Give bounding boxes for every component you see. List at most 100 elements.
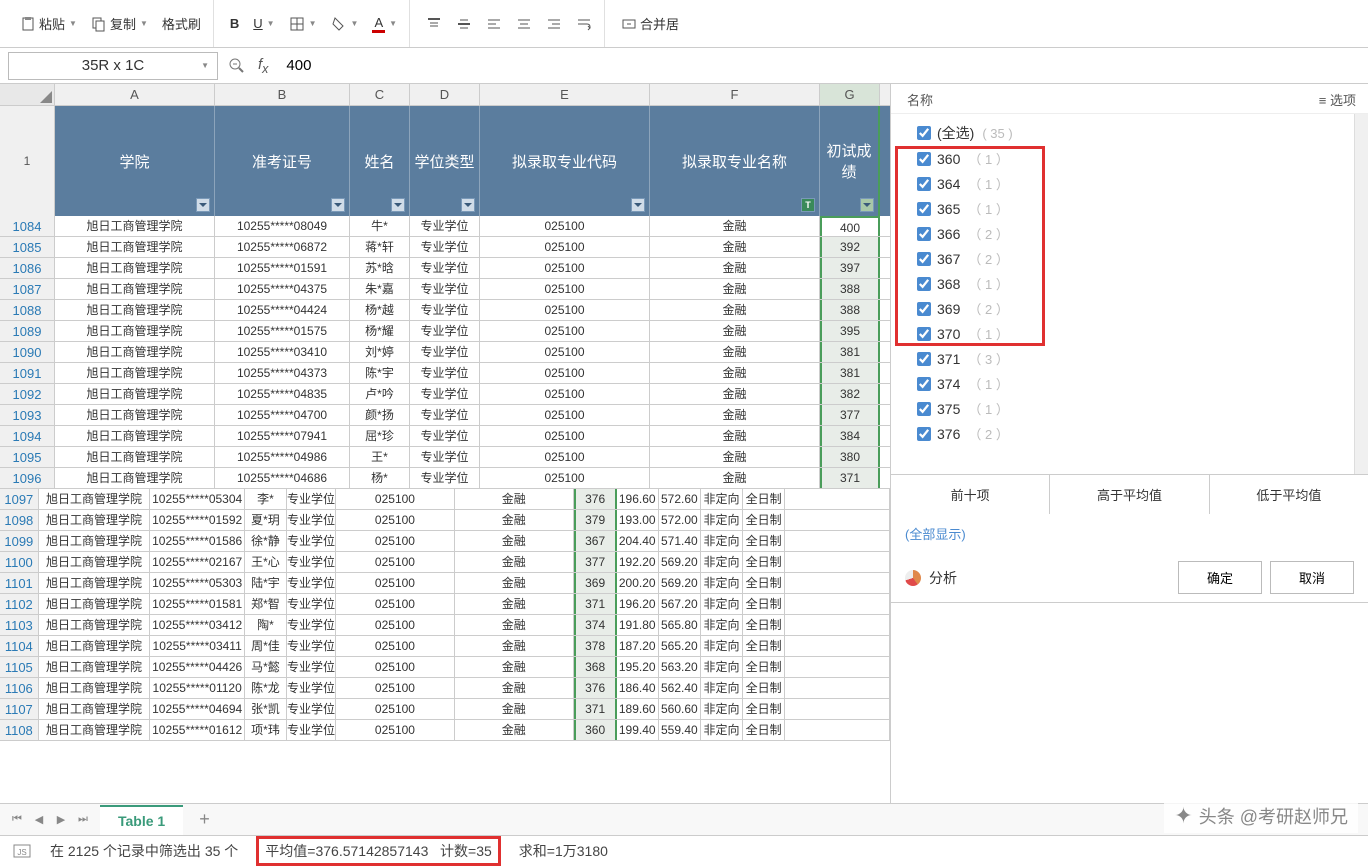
- cell[interactable]: 陶*: [245, 615, 287, 635]
- row-header[interactable]: 1102: [0, 594, 39, 614]
- cell-score[interactable]: 384: [820, 426, 880, 446]
- cell[interactable]: [785, 573, 890, 593]
- cell[interactable]: 非定向: [701, 573, 743, 593]
- cell[interactable]: 565.20: [659, 636, 701, 656]
- cell[interactable]: 金融: [455, 678, 574, 698]
- filter-dropdown-F-active[interactable]: [801, 198, 815, 212]
- border-button[interactable]: ▼: [283, 12, 323, 36]
- row-header[interactable]: 1090: [0, 342, 55, 362]
- cell[interactable]: 10255*****04426: [150, 657, 244, 677]
- cell[interactable]: 025100: [480, 279, 650, 299]
- cell[interactable]: 金融: [455, 699, 574, 719]
- cell[interactable]: 旭日工商管理学院: [39, 678, 151, 698]
- cell[interactable]: 金融: [650, 258, 820, 278]
- cell[interactable]: 025100: [336, 615, 455, 635]
- cell[interactable]: [785, 615, 890, 635]
- cell[interactable]: 金融: [650, 279, 820, 299]
- row-header[interactable]: 1107: [0, 699, 39, 719]
- cell[interactable]: 专业学位: [287, 573, 336, 593]
- cell[interactable]: 全日制: [743, 657, 785, 677]
- col-header-C[interactable]: C: [350, 84, 410, 105]
- cell[interactable]: 金融: [650, 405, 820, 425]
- cell[interactable]: 非定向: [701, 615, 743, 635]
- cell[interactable]: 旭日工商管理学院: [55, 237, 215, 257]
- cell[interactable]: 专业学位: [287, 594, 336, 614]
- cell-score[interactable]: 377: [574, 552, 617, 572]
- cell[interactable]: 非定向: [701, 489, 743, 509]
- col-header-F[interactable]: F: [650, 84, 820, 105]
- filter-options-button[interactable]: ≡ 选项: [1319, 90, 1356, 109]
- table-row[interactable]: 1097 旭日工商管理学院 10255*****05304 李* 专业学位 02…: [0, 489, 890, 510]
- cell[interactable]: 非定向: [701, 552, 743, 572]
- filter-item[interactable]: 360 （ 1 ）: [917, 146, 1368, 171]
- cell-score[interactable]: 380: [820, 447, 880, 467]
- js-macro-icon[interactable]: JS: [12, 841, 32, 861]
- cell[interactable]: 金融: [650, 363, 820, 383]
- table-row[interactable]: 1098 旭日工商管理学院 10255*****01592 夏*玥 专业学位 0…: [0, 510, 890, 531]
- bold-button[interactable]: B: [224, 12, 245, 35]
- cell[interactable]: 全日制: [743, 699, 785, 719]
- filter-item[interactable]: 366 （ 2 ）: [917, 221, 1368, 246]
- name-box[interactable]: 35R x 1C ▼: [8, 52, 218, 80]
- sheet-tab-table1[interactable]: Table 1: [100, 805, 183, 835]
- cell[interactable]: 卢*吟: [350, 384, 410, 404]
- row-header[interactable]: 1096: [0, 468, 55, 488]
- row-header[interactable]: 1104: [0, 636, 39, 656]
- filter-item[interactable]: 369 （ 2 ）: [917, 296, 1368, 321]
- filter-checkbox[interactable]: [917, 302, 931, 316]
- cell[interactable]: 10255*****07941: [215, 426, 350, 446]
- cell[interactable]: 王*心: [245, 552, 287, 572]
- cell[interactable]: [785, 657, 890, 677]
- align-middle-button[interactable]: [450, 12, 478, 36]
- cell[interactable]: 旭日工商管理学院: [39, 510, 151, 530]
- cell[interactable]: 金融: [455, 552, 574, 572]
- row-header[interactable]: 1108: [0, 720, 39, 740]
- row-header[interactable]: 1089: [0, 321, 55, 341]
- cell[interactable]: 025100: [480, 447, 650, 467]
- table-row[interactable]: 1108 旭日工商管理学院 10255*****01612 项*玮 专业学位 0…: [0, 720, 890, 741]
- cell[interactable]: 10255*****06872: [215, 237, 350, 257]
- cell[interactable]: 旭日工商管理学院: [39, 657, 151, 677]
- cell[interactable]: 全日制: [743, 594, 785, 614]
- cell[interactable]: [785, 699, 890, 719]
- col-header-A[interactable]: A: [55, 84, 215, 105]
- cell[interactable]: 10255*****05303: [150, 573, 244, 593]
- cell[interactable]: 刘*婷: [350, 342, 410, 362]
- cell[interactable]: 专业学位: [410, 216, 480, 236]
- row-header[interactable]: 1106: [0, 678, 39, 698]
- cell[interactable]: 金融: [650, 468, 820, 488]
- cell[interactable]: 旭日工商管理学院: [39, 489, 151, 509]
- cell[interactable]: 025100: [480, 384, 650, 404]
- table-row[interactable]: 1096 旭日工商管理学院 10255*****04686 杨* 专业学位 02…: [0, 468, 890, 489]
- cell[interactable]: 牛*: [350, 216, 410, 236]
- fill-color-button[interactable]: ▼: [325, 12, 365, 36]
- cell[interactable]: 025100: [480, 342, 650, 362]
- cell[interactable]: 旭日工商管理学院: [55, 258, 215, 278]
- cell-score[interactable]: 371: [820, 468, 880, 488]
- first-sheet-button[interactable]: ⏮: [8, 811, 26, 829]
- table-row[interactable]: 1089 旭日工商管理学院 10255*****01575 杨*耀 专业学位 0…: [0, 321, 890, 342]
- formula-input[interactable]: [280, 53, 680, 79]
- cell[interactable]: 苏*晗: [350, 258, 410, 278]
- cell[interactable]: 旭日工商管理学院: [55, 468, 215, 488]
- cell-score[interactable]: 367: [574, 531, 617, 551]
- format-painter-button[interactable]: 格式刷: [156, 10, 207, 37]
- cell[interactable]: 10255*****04686: [215, 468, 350, 488]
- cell[interactable]: 旭日工商管理学院: [55, 447, 215, 467]
- cell[interactable]: [785, 510, 890, 530]
- cell[interactable]: 专业学位: [287, 636, 336, 656]
- cell[interactable]: 旭日工商管理学院: [55, 363, 215, 383]
- cell[interactable]: 196.20: [617, 594, 659, 614]
- cell[interactable]: [785, 531, 890, 551]
- cell[interactable]: 金融: [455, 573, 574, 593]
- filter-checkbox[interactable]: [917, 427, 931, 441]
- cell[interactable]: 专业学位: [287, 720, 336, 740]
- cell[interactable]: 10255*****05304: [150, 489, 244, 509]
- cell-score[interactable]: 381: [820, 342, 880, 362]
- cell[interactable]: 10255*****01586: [150, 531, 244, 551]
- filter-dropdown-D[interactable]: [461, 198, 475, 212]
- align-top-button[interactable]: [420, 12, 448, 36]
- cell[interactable]: 金融: [455, 720, 574, 740]
- cell[interactable]: 10255*****01592: [150, 510, 244, 530]
- cell[interactable]: 专业学位: [410, 447, 480, 467]
